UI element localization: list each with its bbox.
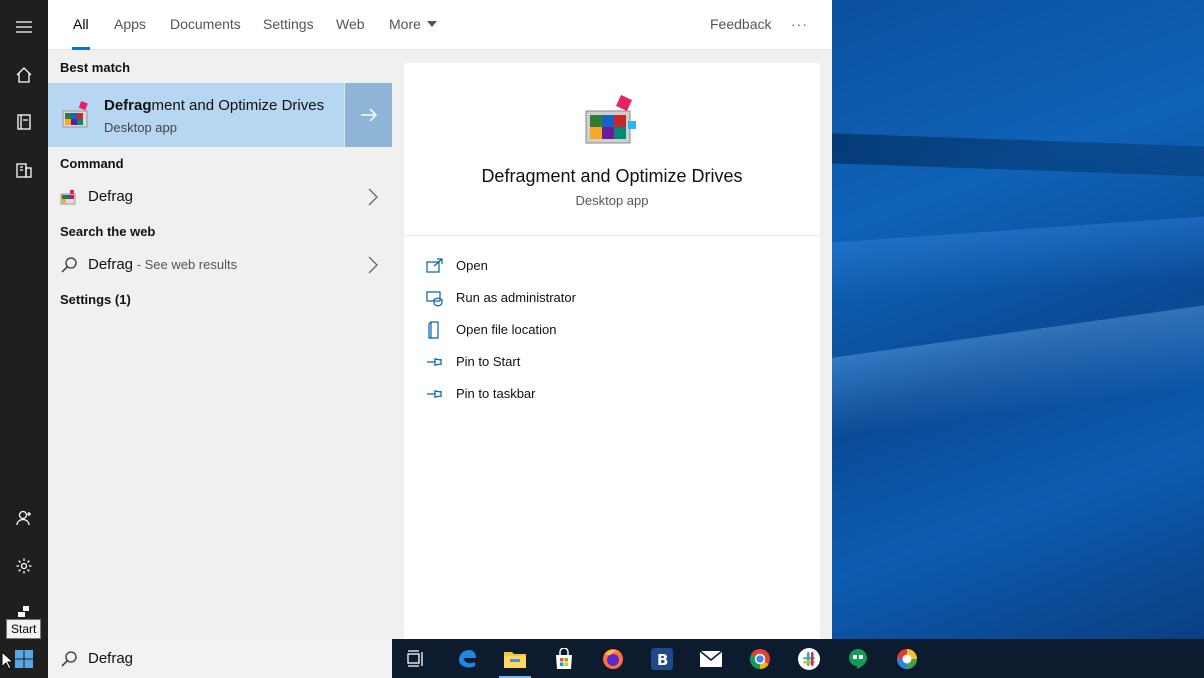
task-view-icon[interactable] xyxy=(392,639,440,678)
open-preview-arrow-icon[interactable] xyxy=(344,83,392,147)
preview-app-title: Defragment and Optimize Drives xyxy=(481,166,743,186)
preview-header: Defragment and Optimize Drives Desktop a… xyxy=(404,63,820,236)
action-pin-to-taskbar[interactable]: Pin to taskbar xyxy=(426,382,806,406)
action-open-file-location[interactable]: Open file location xyxy=(426,318,806,342)
chevron-right-icon xyxy=(368,188,378,206)
action-run-as-admin[interactable]: Run as administrator xyxy=(426,286,806,310)
preview-app-subtitle: Desktop app xyxy=(575,193,649,208)
tab-more-label: More xyxy=(389,16,421,32)
open-icon xyxy=(426,257,444,275)
defrag-app-icon xyxy=(62,101,88,128)
user-account-icon[interactable] xyxy=(0,498,48,538)
settings-gear-icon[interactable] xyxy=(0,546,48,586)
file-explorer-icon[interactable] xyxy=(491,639,539,678)
action-open-label: Open xyxy=(456,258,488,273)
photos-icon[interactable] xyxy=(883,639,931,678)
hamburger-menu-icon[interactable] xyxy=(0,7,48,47)
pin-icon xyxy=(426,353,444,371)
action-run-as-admin-label: Run as administrator xyxy=(456,290,576,305)
more-options-icon[interactable]: ··· xyxy=(791,0,808,50)
web-search-item[interactable]: Defrag - See web results xyxy=(48,247,392,283)
search-icon xyxy=(61,651,77,667)
pin-icon xyxy=(426,385,444,403)
chevron-right-icon xyxy=(368,256,378,274)
command-item-label: Defrag xyxy=(88,188,134,205)
tab-apps[interactable]: Apps xyxy=(114,0,146,50)
start-rail xyxy=(0,0,48,639)
b-app-icon[interactable]: B xyxy=(638,639,686,678)
tab-web[interactable]: Web xyxy=(336,0,365,50)
search-input[interactable]: Defrag xyxy=(88,650,133,667)
best-match-title: Defragment and Optimize Drives xyxy=(104,97,325,114)
firefox-icon[interactable] xyxy=(589,639,637,678)
command-heading: Command xyxy=(60,156,124,171)
tab-all[interactable]: All xyxy=(72,0,90,50)
defrag-large-icon xyxy=(585,95,636,144)
action-open[interactable]: Open xyxy=(426,254,806,278)
taskbar: Defrag B xyxy=(0,639,1204,678)
desktop-wallpaper xyxy=(832,0,1204,639)
command-item-defrag[interactable]: Defrag xyxy=(48,179,392,215)
action-pin-to-start[interactable]: Pin to Start xyxy=(426,350,806,374)
mouse-cursor-icon xyxy=(1,651,13,670)
search-panel: All Apps Documents Settings Web More Fee… xyxy=(48,0,832,639)
mail-icon[interactable] xyxy=(687,639,735,678)
svg-text:B: B xyxy=(657,651,668,669)
devices-icon[interactable] xyxy=(0,150,48,190)
file-location-icon xyxy=(426,321,444,339)
edge-browser-icon[interactable] xyxy=(443,639,491,678)
feedback-link[interactable]: Feedback xyxy=(710,0,771,50)
best-match-subtitle: Desktop app xyxy=(104,120,177,135)
best-match-item[interactable]: Defragment and Optimize Drives Desktop a… xyxy=(48,83,392,147)
search-web-heading: Search the web xyxy=(60,224,156,239)
microsoft-store-icon[interactable] xyxy=(540,639,588,678)
action-pin-to-taskbar-label: Pin to taskbar xyxy=(456,386,536,401)
action-open-file-location-label: Open file location xyxy=(456,322,557,337)
home-icon[interactable] xyxy=(0,55,48,95)
slack-icon[interactable] xyxy=(785,639,833,678)
chevron-down-icon xyxy=(426,21,437,27)
taskbar-search-box[interactable]: Defrag xyxy=(48,639,392,678)
best-match-heading: Best match xyxy=(60,60,131,75)
defrag-command-icon xyxy=(60,190,76,205)
shield-icon xyxy=(426,289,444,307)
results-list: Best match Defragment and Optimize Drive… xyxy=(48,51,392,639)
windows-logo-icon xyxy=(15,649,33,668)
tab-more[interactable]: More xyxy=(389,0,437,50)
preview-pane: Defragment and Optimize Drives Desktop a… xyxy=(404,63,820,639)
web-search-label: Defrag - See web results xyxy=(88,256,238,273)
settings-section-heading[interactable]: Settings (1) xyxy=(60,292,131,307)
tab-documents[interactable]: Documents xyxy=(170,0,241,50)
hangouts-icon[interactable] xyxy=(834,639,882,678)
search-icon xyxy=(61,257,77,273)
chrome-icon[interactable] xyxy=(736,639,784,678)
search-tabs: All Apps Documents Settings Web More Fee… xyxy=(48,0,832,50)
action-pin-to-start-label: Pin to Start xyxy=(456,354,521,369)
tab-settings[interactable]: Settings xyxy=(263,0,314,50)
start-tooltip: Start xyxy=(6,619,42,639)
notebook-icon[interactable] xyxy=(0,102,48,142)
